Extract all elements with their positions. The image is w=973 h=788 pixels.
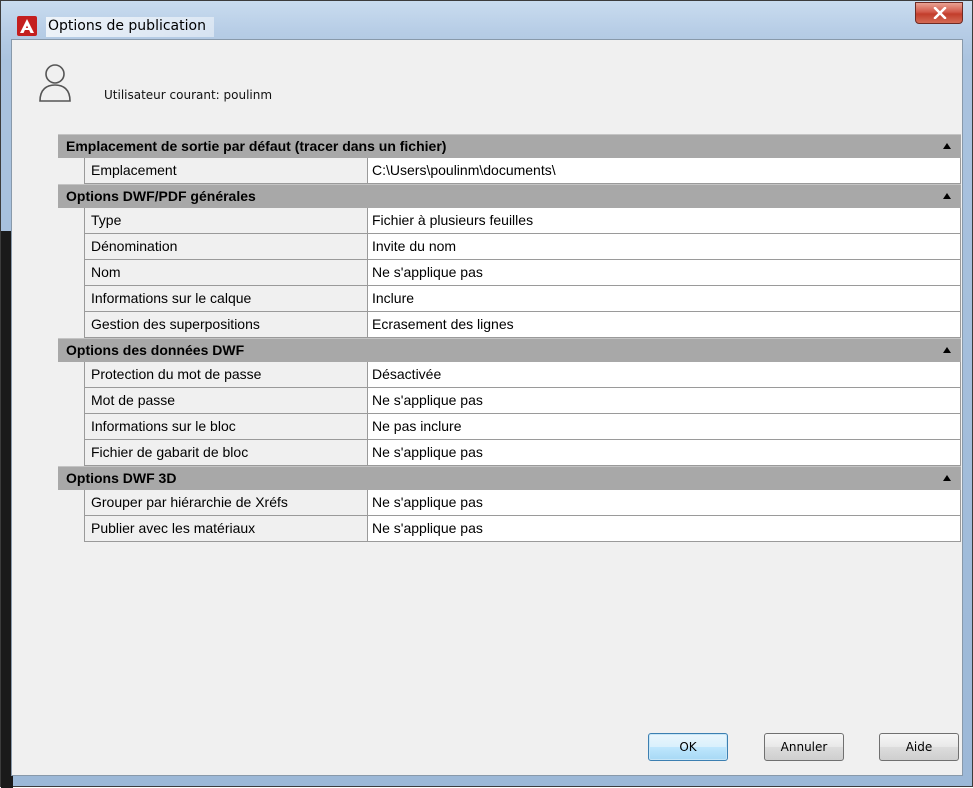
row-gutter xyxy=(58,208,84,234)
section-header-output-location[interactable]: Emplacement de sortie par défaut (tracer… xyxy=(58,134,961,158)
property-row[interactable]: Type Fichier à plusieurs feuilles xyxy=(58,208,961,234)
close-icon xyxy=(933,7,947,19)
cancel-button[interactable]: Annuler xyxy=(764,733,844,761)
row-gutter xyxy=(58,286,84,312)
row-gutter xyxy=(58,516,84,542)
property-row[interactable]: Informations sur le bloc Ne pas inclure xyxy=(58,414,961,440)
row-gutter xyxy=(58,440,84,466)
publish-options-dialog: Options de publication Utilisateur coura… xyxy=(0,0,973,788)
property-value[interactable]: Invite du nom xyxy=(367,234,961,260)
row-gutter xyxy=(58,312,84,338)
current-user-label: Utilisateur courant: poulinm xyxy=(104,88,273,102)
section-title: Options DWF 3D xyxy=(66,470,177,486)
property-value[interactable]: C:\Users\poulinm\documents\ xyxy=(367,158,961,184)
property-row[interactable]: Gestion des superpositions Ecrasement de… xyxy=(58,312,961,338)
property-name: Mot de passe xyxy=(84,388,367,414)
collapse-arrow-icon[interactable] xyxy=(943,143,951,149)
property-name: Dénomination xyxy=(84,234,367,260)
property-name: Fichier de gabarit de bloc xyxy=(84,440,367,466)
property-name: Type xyxy=(84,208,367,234)
property-value[interactable]: Inclure xyxy=(367,286,961,312)
property-row[interactable]: Nom Ne s'applique pas xyxy=(58,260,961,286)
window-title: Options de publication xyxy=(46,17,214,37)
row-gutter xyxy=(58,260,84,286)
property-row[interactable]: Fichier de gabarit de bloc Ne s'applique… xyxy=(58,440,961,466)
title-bar[interactable]: Options de publication xyxy=(1,1,972,39)
property-value[interactable]: Ecrasement des lignes xyxy=(367,312,961,338)
help-button[interactable]: Aide xyxy=(879,733,959,761)
property-grid: Emplacement de sortie par défaut (tracer… xyxy=(58,134,961,542)
section-title: Options DWF/PDF générales xyxy=(66,188,256,204)
property-value[interactable]: Désactivée xyxy=(367,362,961,388)
property-name: Informations sur le bloc xyxy=(84,414,367,440)
property-value[interactable]: Fichier à plusieurs feuilles xyxy=(367,208,961,234)
dialog-client-area: Utilisateur courant: poulinm Emplacement… xyxy=(11,39,963,776)
property-row[interactable]: Grouper par hiérarchie de Xréfs Ne s'app… xyxy=(58,490,961,516)
property-name: Protection du mot de passe xyxy=(84,362,367,388)
user-icon xyxy=(35,60,75,104)
autocad-app-icon xyxy=(17,16,37,36)
property-row[interactable]: Mot de passe Ne s'applique pas xyxy=(58,388,961,414)
collapse-arrow-icon[interactable] xyxy=(943,475,951,481)
property-value[interactable]: Ne s'applique pas xyxy=(367,516,961,542)
row-gutter xyxy=(58,490,84,516)
section-title: Options des données DWF xyxy=(66,342,245,358)
row-gutter xyxy=(58,414,84,440)
property-value[interactable]: Ne s'applique pas xyxy=(367,440,961,466)
ok-button[interactable]: OK xyxy=(648,733,728,761)
row-gutter xyxy=(58,388,84,414)
close-button[interactable] xyxy=(915,2,963,24)
property-name: Nom xyxy=(84,260,367,286)
row-gutter xyxy=(58,362,84,388)
property-row[interactable]: Emplacement C:\Users\poulinm\documents\ xyxy=(58,158,961,184)
property-row[interactable]: Publier avec les matériaux Ne s'applique… xyxy=(58,516,961,542)
property-name: Informations sur le calque xyxy=(84,286,367,312)
section-header-dwf-3d-options[interactable]: Options DWF 3D xyxy=(58,466,961,490)
property-row[interactable]: Protection du mot de passe Désactivée xyxy=(58,362,961,388)
section-title: Emplacement de sortie par défaut (tracer… xyxy=(66,138,447,154)
property-name: Publier avec les matériaux xyxy=(84,516,367,542)
row-gutter xyxy=(58,234,84,260)
property-value[interactable]: Ne s'applique pas xyxy=(367,388,961,414)
property-name: Gestion des superpositions xyxy=(84,312,367,338)
collapse-arrow-icon[interactable] xyxy=(943,193,951,199)
collapse-arrow-icon[interactable] xyxy=(943,347,951,353)
row-gutter xyxy=(58,158,84,184)
section-header-dwf-data-options[interactable]: Options des données DWF xyxy=(58,338,961,362)
property-value[interactable]: Ne pas inclure xyxy=(367,414,961,440)
property-row[interactable]: Informations sur le calque Inclure xyxy=(58,286,961,312)
property-row[interactable]: Dénomination Invite du nom xyxy=(58,234,961,260)
property-name: Grouper par hiérarchie de Xréfs xyxy=(84,490,367,516)
section-header-general-options[interactable]: Options DWF/PDF générales xyxy=(58,184,961,208)
property-value[interactable]: Ne s'applique pas xyxy=(367,490,961,516)
property-name: Emplacement xyxy=(84,158,367,184)
property-value[interactable]: Ne s'applique pas xyxy=(367,260,961,286)
